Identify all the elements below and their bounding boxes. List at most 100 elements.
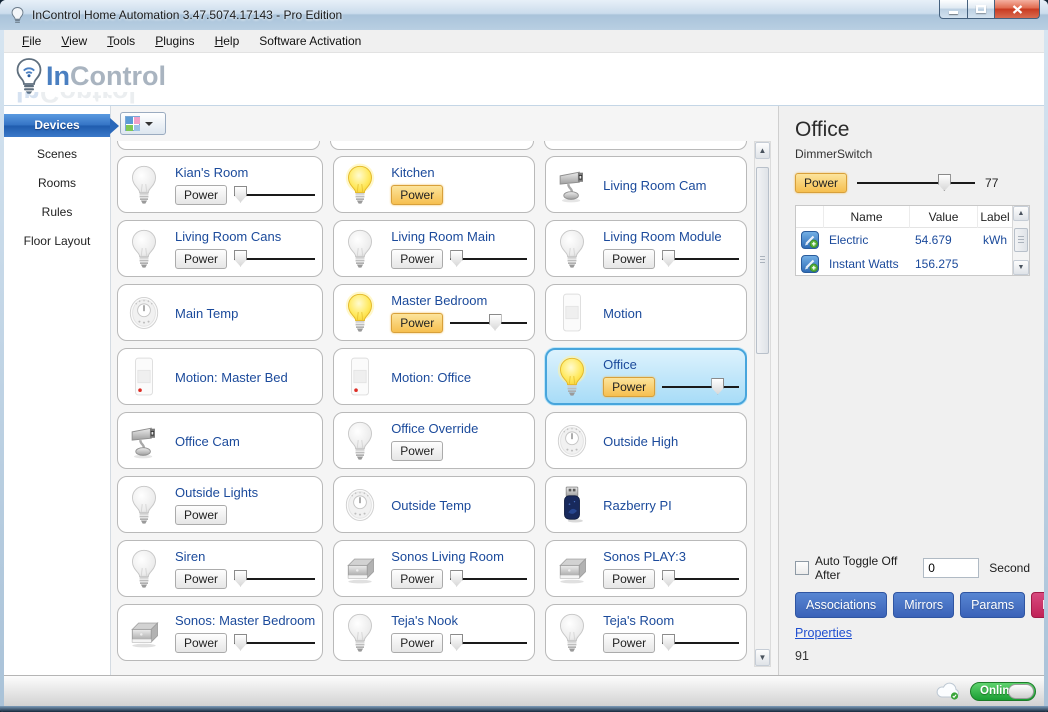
power-button[interactable]: Power (391, 441, 443, 461)
column-header-label[interactable]: Label (977, 206, 1012, 228)
device-card-living-room-main[interactable]: Living Room MainPower (333, 220, 535, 277)
params-button[interactable]: Params (960, 592, 1025, 618)
auto-toggle-seconds-input[interactable] (923, 558, 979, 578)
menu-item-software-activation[interactable]: Software Activation (249, 31, 371, 51)
device-card-razberry-pi[interactable]: Razberry PI (545, 476, 747, 533)
power-button[interactable]: Power (603, 249, 655, 269)
auto-toggle-checkbox[interactable] (795, 561, 809, 575)
device-grid-scrollbar[interactable]: ▲ ▼ (754, 141, 771, 667)
device-card-living-room-cam[interactable]: Living Room Cam (545, 156, 747, 213)
detail-power-button[interactable]: Power (795, 173, 847, 193)
device-card-teja-s-room[interactable]: Teja's RoomPower (545, 604, 747, 661)
scrollbar-thumb[interactable] (756, 167, 769, 353)
power-button[interactable]: Power (391, 185, 443, 205)
slider-thumb[interactable] (234, 634, 247, 651)
device-card-outside-lights[interactable]: Outside LightsPower (117, 476, 323, 533)
power-button[interactable]: Power (175, 505, 227, 525)
power-slider[interactable] (450, 570, 527, 588)
slider-thumb[interactable] (450, 634, 463, 651)
slider-thumb[interactable] (234, 186, 247, 203)
title-bar[interactable]: InControl Home Automation 3.47.5074.1714… (0, 0, 1048, 30)
device-card-motion[interactable]: Motion (545, 284, 747, 341)
slider-thumb[interactable] (662, 250, 675, 267)
slider-thumb[interactable] (450, 250, 463, 267)
sidebar-item-scenes[interactable]: Scenes (4, 143, 110, 166)
power-button[interactable]: Power (391, 569, 443, 589)
power-slider[interactable] (662, 570, 739, 588)
sidebar-item-rules[interactable]: Rules (4, 201, 110, 224)
device-card-living-room-cans[interactable]: Living Room CansPower (117, 220, 323, 277)
power-slider[interactable] (450, 314, 527, 332)
device-card-siren[interactable]: SirenPower (117, 540, 323, 597)
device-card-living-room-module[interactable]: Living Room ModulePower (545, 220, 747, 277)
device-card-office-override[interactable]: Office OverridePower (333, 412, 535, 469)
device-card-kian-s-room[interactable]: Kian's RoomPower (117, 156, 323, 213)
device-card-kitchen[interactable]: KitchenPower (333, 156, 535, 213)
slider-thumb[interactable] (234, 570, 247, 587)
table-scrollbar[interactable]: ▲ ▼ (1012, 206, 1029, 275)
device-card-outside-high[interactable]: Outside High (545, 412, 747, 469)
power-slider[interactable] (662, 634, 739, 652)
column-header-value[interactable]: Value (909, 206, 977, 228)
device-card-sonos-living-room[interactable]: Sonos Living RoomPower (333, 540, 535, 597)
table-scroll-up-button[interactable]: ▲ (1013, 206, 1029, 221)
power-button[interactable]: Power (175, 249, 227, 269)
power-slider[interactable] (234, 570, 315, 588)
scroll-down-button[interactable]: ▼ (755, 649, 770, 666)
column-header-name[interactable]: Name (823, 206, 909, 228)
power-button[interactable]: Power (603, 377, 655, 397)
detail-power-slider[interactable] (857, 174, 975, 192)
device-card-sonos-play-3[interactable]: Sonos PLAY:3Power (545, 540, 747, 597)
table-scrollbar-thumb[interactable] (1014, 228, 1028, 252)
device-card-motion-master-bed[interactable]: Motion: Master Bed (117, 348, 323, 405)
table-row-instant-watts[interactable]: Instant Watts156.275 (796, 252, 1012, 276)
power-slider[interactable] (234, 186, 315, 204)
slider-thumb[interactable] (450, 570, 463, 587)
power-button[interactable]: Power (391, 313, 443, 333)
device-card-outside-temp[interactable]: Outside Temp (333, 476, 535, 533)
device-card-motion-office[interactable]: Motion: Office (333, 348, 535, 405)
power-slider[interactable] (234, 250, 315, 268)
menu-item-plugins[interactable]: Plugins (145, 31, 204, 51)
device-card-teja-s-nook[interactable]: Teja's NookPower (333, 604, 535, 661)
power-slider[interactable] (450, 250, 527, 268)
properties-link[interactable]: Properties (795, 626, 852, 640)
associations-button[interactable]: Associations (795, 592, 887, 618)
menu-item-file[interactable]: File (12, 31, 51, 51)
sidebar-item-devices[interactable]: Devices (4, 114, 110, 137)
delete-button[interactable]: Delete (1031, 592, 1044, 618)
online-toggle[interactable]: Online (970, 682, 1036, 701)
power-button[interactable]: Power (603, 569, 655, 589)
power-button[interactable]: Power (175, 569, 227, 589)
slider-thumb[interactable] (662, 634, 675, 651)
sidebar-item-floor-layout[interactable]: Floor Layout (4, 230, 110, 253)
slider-thumb[interactable] (489, 314, 502, 331)
slider-thumb[interactable] (711, 378, 724, 395)
power-button[interactable]: Power (391, 633, 443, 653)
device-card-main-temp[interactable]: Main Temp (117, 284, 323, 341)
power-slider[interactable] (662, 250, 739, 268)
table-scroll-down-button[interactable]: ▼ (1013, 260, 1029, 275)
menu-item-help[interactable]: Help (205, 31, 250, 51)
close-button[interactable] (995, 0, 1040, 19)
power-slider[interactable] (450, 634, 527, 652)
menu-item-view[interactable]: View (51, 31, 97, 51)
device-card-office[interactable]: OfficePower (545, 348, 747, 405)
mirrors-button[interactable]: Mirrors (893, 592, 954, 618)
device-card-office-cam[interactable]: Office Cam (117, 412, 323, 469)
menu-item-tools[interactable]: Tools (97, 31, 145, 51)
table-row-electric[interactable]: Electric54.679kWh (796, 228, 1012, 252)
maximize-button[interactable] (968, 0, 995, 19)
scroll-up-button[interactable]: ▲ (755, 142, 770, 159)
power-button[interactable]: Power (175, 633, 227, 653)
slider-thumb[interactable] (938, 174, 951, 191)
device-card-sonos-master-bedroom[interactable]: Sonos: Master BedroomPower (117, 604, 323, 661)
view-selector-dropdown[interactable] (120, 112, 166, 135)
power-button[interactable]: Power (175, 185, 227, 205)
power-button[interactable]: Power (391, 249, 443, 269)
power-slider[interactable] (662, 378, 739, 396)
power-slider[interactable] (234, 634, 315, 652)
device-card-master-bedroom[interactable]: Master BedroomPower (333, 284, 535, 341)
sidebar-item-rooms[interactable]: Rooms (4, 172, 110, 195)
minimize-button[interactable] (939, 0, 968, 19)
